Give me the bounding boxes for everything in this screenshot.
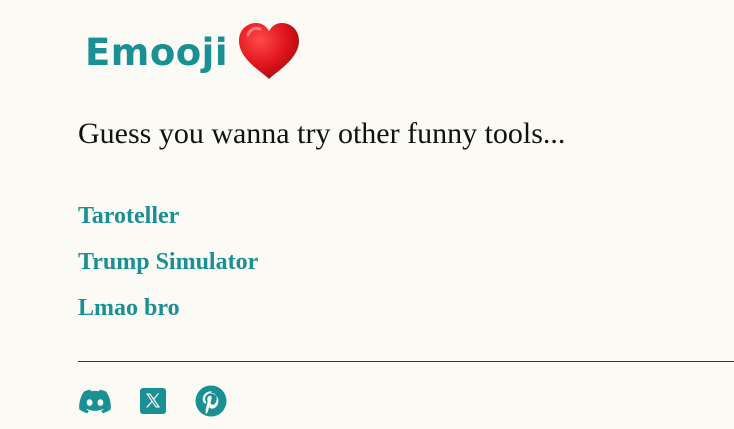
tools-list: Taroteller Trump Simulator Lmao bro [78,201,258,339]
list-item: Trump Simulator [78,247,258,293]
discord-icon [79,389,111,414]
logo-link[interactable]: Emooji [85,21,302,83]
logo-text: Emooji [85,30,229,74]
social-links [78,384,252,418]
divider [78,361,734,362]
tool-link-taroteller[interactable]: Taroteller [78,203,179,229]
red-heart-icon [239,23,300,79]
page-headline: Guess you wanna try other funny tools... [78,117,566,150]
pinterest-link[interactable] [194,384,228,418]
x-icon [140,388,166,414]
tool-link-lmao-bro[interactable]: Lmao bro [78,295,180,321]
list-item: Taroteller [78,201,258,247]
list-item: Lmao bro [78,293,258,339]
discord-link[interactable] [78,384,112,418]
tool-link-trump-simulator[interactable]: Trump Simulator [78,249,258,275]
pinterest-icon [195,385,227,417]
x-link[interactable] [136,384,170,418]
